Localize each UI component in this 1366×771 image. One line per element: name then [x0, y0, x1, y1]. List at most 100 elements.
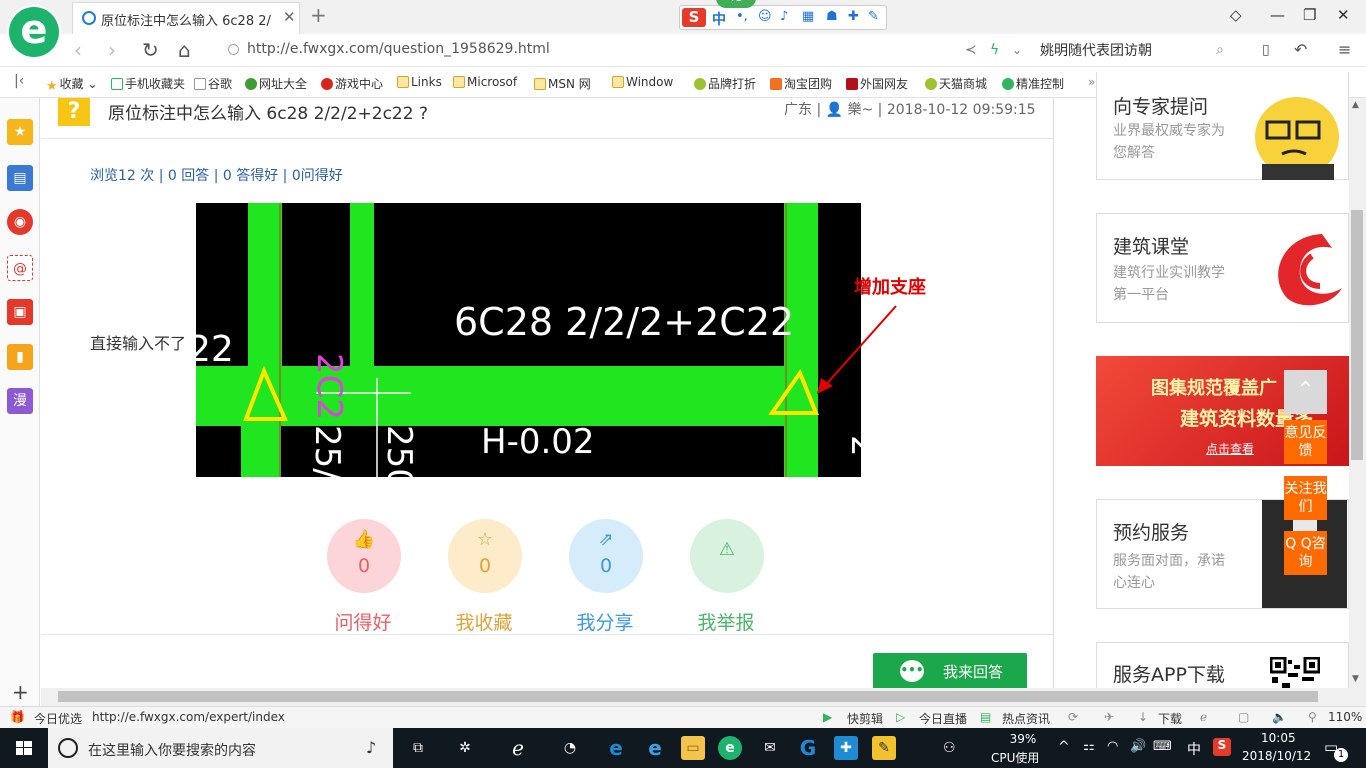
update-icon[interactable]: ◔: [558, 736, 582, 760]
fav-item-2[interactable]: 谷歌: [194, 75, 232, 92]
mail-icon[interactable]: @: [7, 255, 33, 281]
url-input[interactable]: http://e.fwxgx.com/question_1958629.html: [247, 41, 550, 57]
close-window-icon[interactable]: ✕: [1337, 6, 1350, 24]
favorite-button[interactable]: ☆ 0: [448, 519, 522, 593]
punctuation-icon[interactable]: •,: [736, 9, 748, 24]
home-icon[interactable]: ⌂: [178, 38, 191, 62]
lightning-icon[interactable]: ϟ: [990, 42, 999, 58]
360-browser-logo[interactable]: e: [9, 7, 59, 57]
status-today-pick[interactable]: 今日优选: [34, 710, 82, 727]
fav-item-9[interactable]: 品牌打折: [694, 75, 756, 92]
ime-mode[interactable]: 中: [712, 9, 726, 29]
microphone-icon[interactable]: ♪: [780, 9, 788, 24]
mobile-icon[interactable]: ▯: [1262, 42, 1270, 58]
edge-browser-icon[interactable]: e: [604, 736, 628, 760]
skin-icon[interactable]: ◇: [1230, 6, 1242, 24]
taskbar-search[interactable]: 在这里输入你要搜索的内容 ♪: [48, 728, 393, 768]
back-icon[interactable]: ‹: [74, 38, 82, 62]
follow-button[interactable]: 关注我们: [1284, 476, 1327, 520]
game-icon[interactable]: ▣: [7, 299, 33, 325]
mail-icon[interactable]: ✉: [758, 736, 782, 760]
report-label[interactable]: 我举报: [676, 608, 776, 635]
cross-app-icon[interactable]: ✚: [834, 736, 858, 760]
expert-card[interactable]: 向专家提问 业界最权威专家为您解答: [1096, 72, 1349, 180]
restore-icon[interactable]: ❐: [1303, 6, 1316, 24]
ime-toolbar[interactable]: S 中 •, ☺ ♪ ▦ ☗ ✚ ✎: [679, 5, 887, 30]
scroll-up-icon[interactable]: ▲: [1352, 100, 1359, 110]
star-icon[interactable]: ★: [7, 119, 33, 145]
fav-item-13[interactable]: 精准控制: [1002, 75, 1064, 92]
fav-item-7[interactable]: MSN 网: [534, 75, 591, 92]
fav-item-3[interactable]: 网址大全: [245, 75, 307, 92]
book-icon[interactable]: ▮: [7, 344, 33, 370]
notes-icon[interactable]: ✎: [872, 736, 896, 760]
status-item-0[interactable]: 快剪辑: [847, 710, 883, 727]
chevron-down-icon[interactable]: ⌄: [1012, 43, 1022, 57]
skin-icon[interactable]: ✚: [848, 9, 859, 24]
status-item-2[interactable]: 热点资讯: [1002, 710, 1050, 727]
fav-item-0[interactable]: ★ 收藏 ⌄: [46, 75, 98, 94]
course-card[interactable]: 建筑课堂 建筑行业实训教学第一平台: [1096, 213, 1349, 323]
feedback-button[interactable]: 意见反馈: [1284, 420, 1327, 464]
new-tab-button[interactable]: +: [310, 3, 327, 27]
status-item-3[interactable]: 下载: [1158, 710, 1182, 727]
vertical-scroll-thumb[interactable]: [1351, 210, 1363, 460]
edge-icon[interactable]: ℯ: [506, 736, 530, 760]
360-browser-taskbar-icon[interactable]: e: [718, 736, 742, 760]
task-view-icon[interactable]: ⧉: [406, 736, 430, 760]
pin-icon[interactable]: ✈: [1104, 710, 1114, 724]
minimize-icon[interactable]: —: [1270, 6, 1285, 24]
ime-indicator[interactable]: 中: [1187, 739, 1201, 759]
start-button[interactable]: [0, 728, 48, 768]
wifi-icon[interactable]: ◠: [1107, 739, 1118, 754]
window-icon[interactable]: ▢: [1238, 710, 1249, 724]
status-item-1[interactable]: 今日直播: [919, 710, 967, 727]
emoji-icon[interactable]: ☺: [758, 9, 772, 24]
app-card[interactable]: 服务APP下载: [1096, 642, 1349, 689]
microphone-icon[interactable]: ♪: [366, 738, 376, 757]
add-icon[interactable]: +: [12, 680, 29, 704]
fav-item-6[interactable]: Microsof: [453, 75, 517, 89]
report-button[interactable]: ⚠: [690, 519, 764, 593]
tools-icon[interactable]: ✎: [868, 9, 879, 24]
more-favorites-icon[interactable]: »: [1088, 75, 1095, 89]
keyboard-icon[interactable]: ⌨: [1153, 739, 1172, 754]
favorite-label[interactable]: 我收藏: [434, 608, 534, 635]
fav-item-10[interactable]: 淘宝团购: [770, 75, 832, 92]
weibo-icon[interactable]: ◉: [7, 209, 33, 235]
refresh-icon[interactable]: ↻: [142, 38, 159, 62]
undo-icon[interactable]: ↶: [1294, 40, 1307, 59]
scroll-down-icon[interactable]: ▼: [1352, 674, 1359, 684]
answer-button[interactable]: ••• 我来回答: [873, 653, 1027, 690]
zoom-level[interactable]: 110%: [1328, 710, 1362, 724]
ie-icon[interactable]: e: [643, 736, 667, 760]
menu-icon[interactable]: ≡: [1338, 40, 1351, 59]
like-button[interactable]: 👍 0: [327, 519, 401, 593]
fav-item-4[interactable]: 游戏中心: [321, 75, 383, 92]
browser-tab[interactable]: 原位标注中怎么输入 6c28 2/2/2 ✕: [72, 2, 300, 34]
gift-icon[interactable]: 🎁: [10, 710, 25, 724]
search-icon[interactable]: ⌕: [1216, 42, 1224, 58]
site-info-icon[interactable]: [228, 44, 239, 55]
share-icon[interactable]: ≺: [965, 42, 977, 58]
clock-time[interactable]: 10:05: [1261, 731, 1296, 745]
layout-icon[interactable]: ▤: [7, 165, 33, 191]
search-input[interactable]: 姚明随代表团访朝: [1040, 40, 1240, 60]
back-to-top-icon[interactable]: ⌃: [1284, 370, 1327, 414]
chevron-up-icon[interactable]: ^: [1058, 739, 1070, 755]
like-label[interactable]: 问得好: [313, 608, 413, 635]
comic-icon[interactable]: 漫: [7, 388, 33, 414]
forward-icon[interactable]: ›: [108, 38, 116, 62]
horizontal-scroll-thumb[interactable]: [58, 691, 1318, 702]
fav-item-11[interactable]: 外国网友: [846, 75, 908, 92]
volume-icon[interactable]: 🔈: [1272, 710, 1287, 724]
ie-icon[interactable]: ℯ: [1200, 710, 1207, 724]
fav-item-8[interactable]: Window: [612, 75, 673, 89]
sogou-tray-icon[interactable]: S: [1213, 738, 1231, 756]
people-icon[interactable]: ⚇: [943, 740, 956, 756]
fav-item-1[interactable]: 手机收藏夹: [111, 75, 185, 92]
network-icon[interactable]: ⚏: [1083, 739, 1095, 754]
user-icon[interactable]: ☗: [826, 9, 838, 24]
share-button[interactable]: ⇗ 0: [569, 519, 643, 593]
g-app-icon[interactable]: G: [796, 736, 820, 760]
